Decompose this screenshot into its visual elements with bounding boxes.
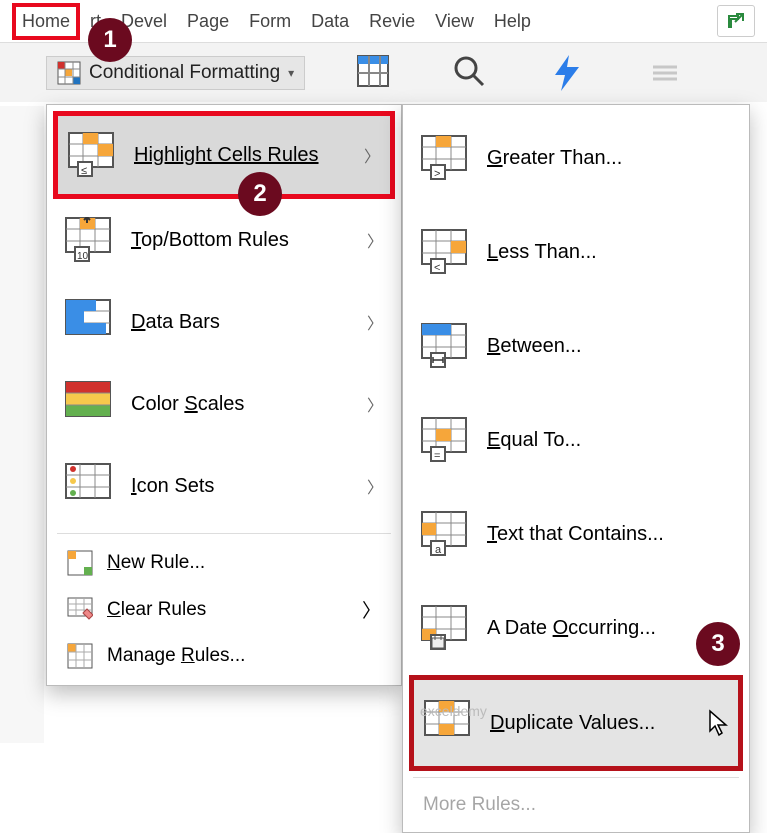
greater-than-icon: > xyxy=(421,135,467,181)
tab-help[interactable]: Help xyxy=(484,3,541,40)
table-icon xyxy=(355,53,391,89)
data-bars-icon xyxy=(65,299,111,345)
menu-label: Data Bars xyxy=(131,311,220,334)
submenu-duplicate-values[interactable]: Duplicate Values... xyxy=(409,675,743,771)
chevron-right-icon: 〉 xyxy=(367,392,383,416)
submenu-divider xyxy=(413,777,739,778)
conditional-formatting-button[interactable]: Conditional Formatting ▾ xyxy=(46,56,305,90)
callout-badge-2: 2 xyxy=(238,172,282,216)
svg-text:≤: ≤ xyxy=(81,165,87,177)
tab-data[interactable]: Data xyxy=(301,3,359,40)
find-select-button[interactable] xyxy=(451,53,487,93)
sensitivity-button[interactable] xyxy=(647,53,683,93)
chevron-right-icon: 〉 xyxy=(367,474,383,498)
submenu-label: Between... xyxy=(487,335,582,358)
menu-label: Icon Sets xyxy=(131,475,214,498)
new-rule-icon xyxy=(67,550,93,576)
submenu-text-contains[interactable]: a Text that Contains... xyxy=(409,487,743,581)
date-occurring-icon xyxy=(421,605,467,651)
menu-label: Clear Rules xyxy=(107,599,206,621)
tab-page-layout[interactable]: Page xyxy=(177,3,239,40)
chevron-right-icon: 〉 xyxy=(362,596,381,623)
cursor-icon xyxy=(708,709,730,737)
highlight-cells-icon: ≤ xyxy=(68,132,114,178)
submenu-date-occurring[interactable]: A Date Occurring... xyxy=(409,581,743,675)
submenu-less-than[interactable]: < Less Than... xyxy=(409,205,743,299)
submenu-greater-than[interactable]: > Greater Than... xyxy=(409,111,743,205)
share-button[interactable] xyxy=(717,5,755,37)
submenu-label: Duplicate Values... xyxy=(490,712,655,735)
callout-badge-1: 1 xyxy=(88,18,132,62)
menu-icon-sets[interactable]: Icon Sets 〉 xyxy=(53,445,395,527)
format-as-table-button[interactable] xyxy=(355,53,391,93)
chevron-right-icon: 〉 xyxy=(367,310,383,334)
menu-manage-rules[interactable]: Manage Rules... xyxy=(53,633,395,679)
clear-rules-icon xyxy=(67,597,93,623)
callout-badge-3: 3 xyxy=(696,622,740,666)
manage-rules-icon xyxy=(67,643,93,669)
menu-label: New Rule... xyxy=(107,552,205,574)
chevron-right-icon: 〉 xyxy=(367,228,383,252)
equal-to-icon: = xyxy=(421,417,467,463)
icon-sets-icon xyxy=(65,463,111,509)
menu-data-bars[interactable]: Data Bars 〉 xyxy=(53,281,395,363)
submenu-label: Text that Contains... xyxy=(487,523,664,546)
menu-top-bottom-rules[interactable]: 10 Top/Bottom Rules 〉 xyxy=(53,199,395,281)
menu-label: Top/Bottom Rules xyxy=(131,229,289,252)
highlight-cells-submenu: > Greater Than... < Less Than... Between… xyxy=(402,104,750,833)
svg-text:a: a xyxy=(435,544,442,556)
top-bottom-icon: 10 xyxy=(65,217,111,263)
toolbar-icons-group xyxy=(355,53,683,93)
svg-text:<: < xyxy=(434,262,440,274)
submenu-label: Equal To... xyxy=(487,429,581,452)
between-icon xyxy=(421,323,467,369)
menu-divider xyxy=(57,533,391,534)
menu-label: Manage Rules... xyxy=(107,645,245,667)
menu-clear-rules[interactable]: Clear Rules 〉 xyxy=(53,586,395,633)
tab-view[interactable]: View xyxy=(425,3,484,40)
tab-home[interactable]: Home xyxy=(12,3,80,40)
search-icon xyxy=(451,53,487,89)
conditional-formatting-label: Conditional Formatting xyxy=(89,62,280,84)
submenu-equal-to[interactable]: = Equal To... xyxy=(409,393,743,487)
chevron-right-icon: 〉 xyxy=(364,143,380,167)
spreadsheet-left-margin xyxy=(0,106,44,743)
menu-new-rule[interactable]: New Rule... xyxy=(53,540,395,586)
svg-text:10: 10 xyxy=(77,251,89,262)
conditional-formatting-icon xyxy=(57,61,81,85)
submenu-label: More Rules... xyxy=(423,794,536,816)
tab-formulas[interactable]: Form xyxy=(239,3,301,40)
submenu-between[interactable]: Between... xyxy=(409,299,743,393)
submenu-label: Greater Than... xyxy=(487,147,622,170)
tab-review[interactable]: Revie xyxy=(359,3,425,40)
svg-text:=: = xyxy=(434,450,440,462)
submenu-more-rules[interactable]: More Rules... xyxy=(409,784,743,826)
submenu-label: A Date Occurring... xyxy=(487,617,656,640)
automate-button[interactable] xyxy=(547,53,587,93)
menu-label: Highlight Cells Rules xyxy=(134,144,319,167)
sensitivity-icon xyxy=(647,53,683,89)
text-contains-icon: a xyxy=(421,511,467,557)
submenu-label: Less Than... xyxy=(487,241,597,264)
svg-text:>: > xyxy=(434,168,440,180)
menu-label: Color Scales xyxy=(131,393,244,416)
menu-highlight-cells-rules[interactable]: ≤ Highlight Cells Rules 〉 xyxy=(53,111,395,199)
share-icon xyxy=(726,11,746,31)
lightning-icon xyxy=(547,53,587,93)
less-than-icon: < xyxy=(421,229,467,275)
conditional-formatting-menu: ≤ Highlight Cells Rules 〉 10 Top/Bottom … xyxy=(46,104,402,686)
watermark: exceldemy xyxy=(420,703,487,719)
menu-color-scales[interactable]: Color Scales 〉 xyxy=(53,363,395,445)
color-scales-icon xyxy=(65,381,111,427)
chevron-down-icon: ▾ xyxy=(288,66,294,80)
